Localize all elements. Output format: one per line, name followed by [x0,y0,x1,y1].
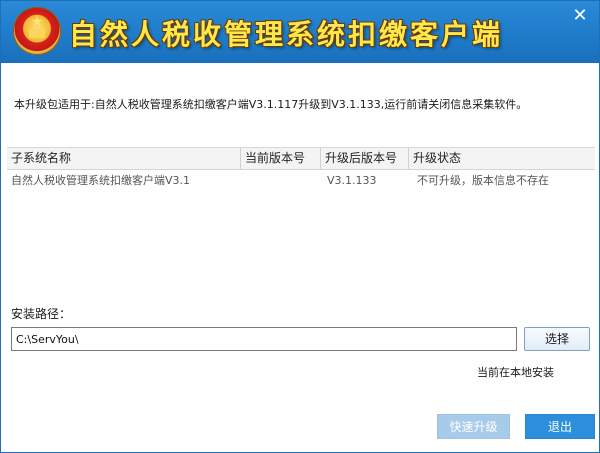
install-path-label: 安装路径： [11,307,72,321]
title-bar: ★ 自然人税收管理系统扣缴客户端 ✕ [1,1,599,63]
column-header-subsystem[interactable]: 子系统名称 [7,148,241,169]
install-path-input[interactable] [11,327,517,351]
install-location-status: 当前在本地安装 [477,366,554,379]
national-tax-emblem-icon: ★ [13,7,61,55]
window-title: 自然人税收管理系统扣缴客户端 [69,18,504,51]
cell-subsystem: 自然人税收管理系统扣缴客户端V3.1 [11,174,191,187]
installer-window: ★ 自然人税收管理系统扣缴客户端 ✕ 本升级包适用于:自然人税收管理系统扣缴客户… [0,0,600,453]
quick-upgrade-button[interactable]: 快速升级 [437,414,510,439]
column-header-target-version[interactable]: 升级后版本号 [321,148,409,169]
upgrade-notice: 本升级包适用于:自然人税收管理系统扣缴客户端V3.1.117升级到V3.1.13… [14,98,528,111]
subsystem-table: 子系统名称 当前版本号 升级后版本号 升级状态 自然人税收管理系统扣缴客户端V3… [7,147,595,288]
table-header: 子系统名称 当前版本号 升级后版本号 升级状态 [7,148,595,170]
close-icon[interactable]: ✕ [569,5,591,27]
column-header-status[interactable]: 升级状态 [409,148,595,169]
column-header-current-version[interactable]: 当前版本号 [241,148,321,169]
cell-target-version: V3.1.133 [327,174,377,187]
cell-current-version [241,170,321,192]
exit-button[interactable]: 退出 [525,414,595,439]
browse-button[interactable]: 选择 [524,327,590,351]
table-row[interactable]: 自然人税收管理系统扣缴客户端V3.1 V3.1.133 不可升级，版本信息不存在 [7,170,595,192]
cell-status: 不可升级，版本信息不存在 [417,174,549,187]
